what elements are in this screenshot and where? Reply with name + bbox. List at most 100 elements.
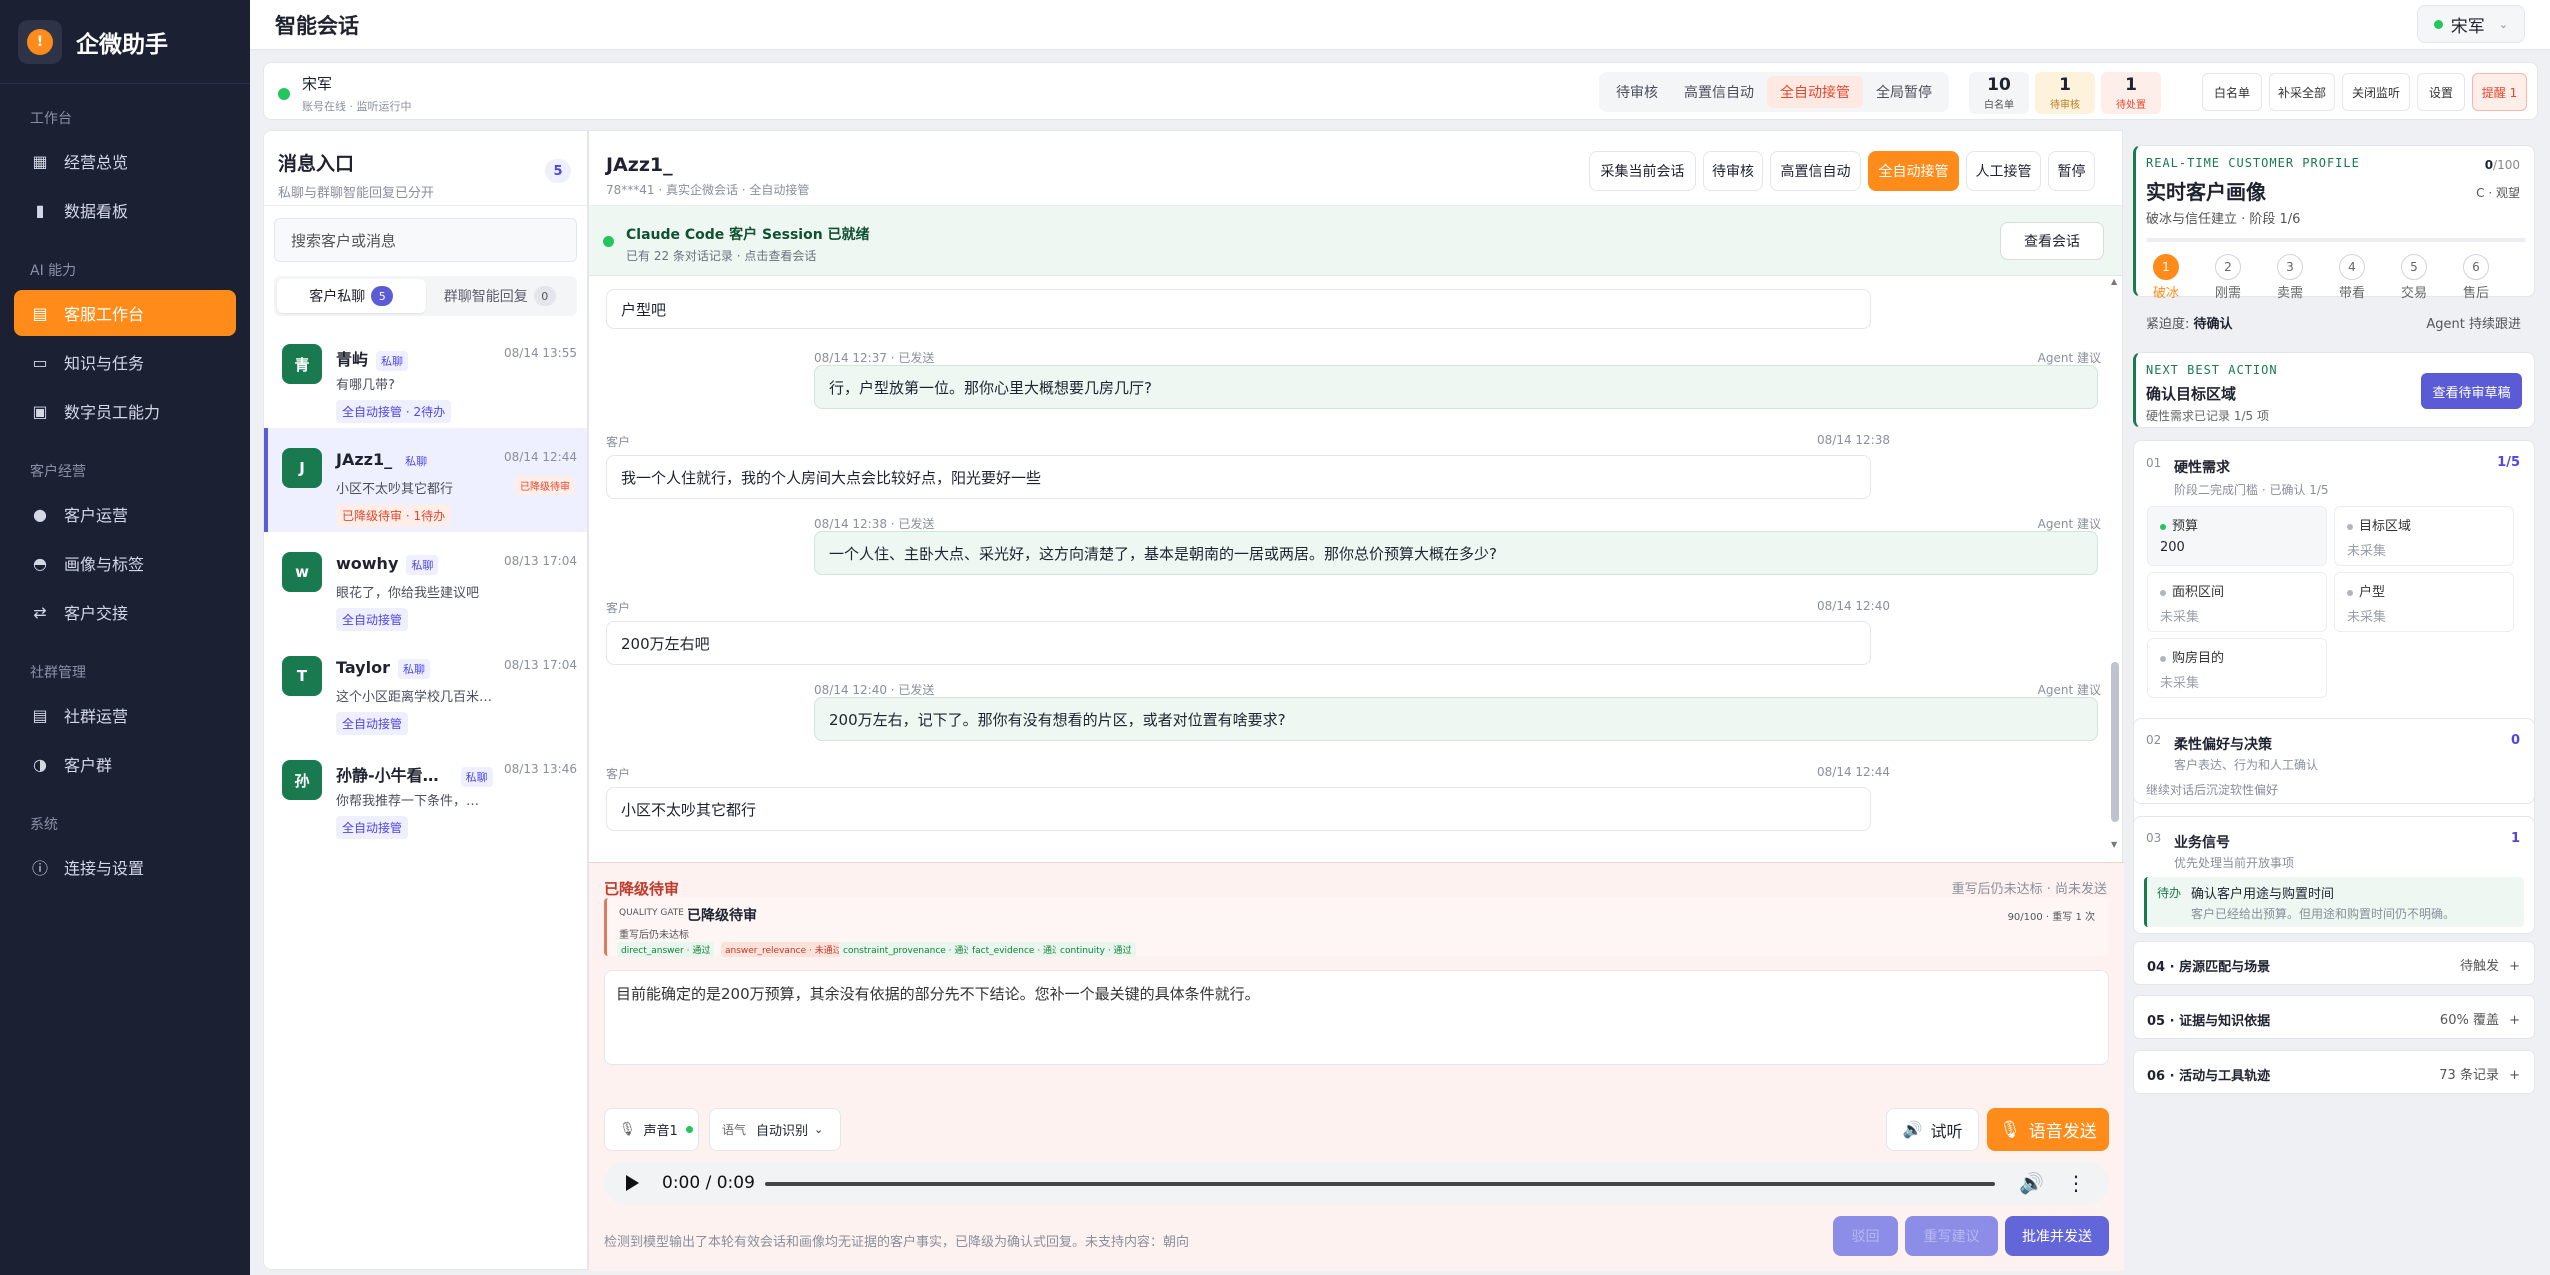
conversation-status: 全自动接管	[336, 608, 409, 631]
conversation-name: JAzz1_	[336, 450, 393, 469]
transfer-icon: ⇄	[33, 602, 47, 622]
nba-eyebrow: NEXT BEST ACTION	[2146, 363, 2278, 377]
audio-player: 0:00 / 0:09 🔊 ⋮	[604, 1161, 2109, 1205]
inbox-count-badge: 5	[545, 159, 571, 183]
tab-private[interactable]: 客户私聊 5	[277, 279, 426, 313]
whitelist-button[interactable]: 白名单	[2202, 73, 2262, 111]
nav-item-customer-ops[interactable]: ● 客户运营	[14, 491, 236, 537]
scroll-down-icon: ▼	[2111, 840, 2118, 849]
nav-item-profile-tags[interactable]: ◓ 画像与标签	[14, 540, 236, 586]
section-status-text: 待触发	[2459, 959, 2499, 974]
approve-send-button[interactable]: 批准并发送	[2005, 1216, 2109, 1256]
nav-item-groups[interactable]: ◑ 客户群	[14, 741, 236, 787]
more-icon[interactable]: ⋮	[2066, 1171, 2086, 1195]
voice-select[interactable]: 🎙 声音1	[604, 1108, 699, 1151]
conversation-preview: 这个小区距离学校几百米…	[336, 690, 491, 705]
stat-pending-review[interactable]: 1 待审核	[2035, 72, 2095, 114]
nav-item-handover[interactable]: ⇄ 客户交接	[14, 589, 236, 635]
inbox-tabs: 客户私聊 5 群聊智能回复 0	[274, 276, 577, 316]
mode-review-button[interactable]: 待审核	[1703, 151, 1763, 191]
collect-session-button[interactable]: 采集当前会话	[1589, 151, 1696, 191]
draft-textarea[interactable]: 目前能确定的是200万预算，其余没有依据的部分先不下结论。您补一个最关键的具体条…	[604, 970, 2109, 1065]
account-status-bar: 宋军 账号在线 · 监听运行中 待审核 高置信自动 全自动接管 全局暂停 10 …	[263, 62, 2538, 120]
player-time: 0:00 / 0:09	[662, 1173, 755, 1193]
stat-value: 1	[2125, 75, 2137, 95]
voice-send-button[interactable]: 🎙 语音发送	[1987, 1108, 2109, 1151]
stop-listening-button[interactable]: 关闭监听	[2342, 73, 2410, 111]
mode-high-confidence[interactable]: 高置信自动	[1671, 76, 1767, 108]
customer-message: 我一个人住就行，我的个人房间大点会比较好点，阳光要好一些	[606, 455, 1871, 499]
collect-all-button[interactable]: 补采全部	[2269, 73, 2335, 111]
signal-item[interactable]: 待办 确认客户用途与购置时间 客户已经给出预算。但用途和购置时间仍不明确。	[2144, 877, 2524, 927]
conversation-item[interactable]: 孙 孙静-小牛看… 私聊 08/13 13:46 你帮我推荐一下条件，… 全自动接…	[264, 740, 587, 844]
mode-full-auto-button[interactable]: 全自动接管	[1868, 151, 1959, 191]
manual-takeover-button[interactable]: 人工接管	[1966, 151, 2041, 191]
downgraded-flag: 已降级待审	[515, 476, 575, 495]
message-scrollbar[interactable]: ▲ ▼	[2109, 277, 2121, 852]
check-chip: direct_answer · 通过	[617, 942, 715, 957]
section-activity[interactable]: 06 · 活动与工具轨迹 73 条记录 +	[2133, 1050, 2535, 1094]
agent-message: 一个人住、主卧大点、采光好，这方向清楚了，基本是朝南的一居或两居。那你总价预算大…	[814, 531, 2098, 575]
mode-pause-all[interactable]: 全局暂停	[1863, 76, 1945, 108]
stat-value: 1	[2059, 75, 2071, 95]
inbox-title: 消息入口	[278, 153, 355, 175]
user-menu[interactable]: 宋军 ⌄	[2416, 5, 2525, 43]
stage-step: 4	[2339, 254, 2365, 280]
folder-icon: ▭	[32, 352, 48, 372]
nav-item-service-workbench[interactable]: ▤ 客服工作台	[14, 290, 236, 336]
field-budget[interactable]: 预算 200	[2147, 506, 2327, 566]
stat-whitelist[interactable]: 10 白名单	[1969, 72, 2029, 114]
agent-hint: Agent 建议	[2037, 517, 2101, 531]
pause-button[interactable]: 暂停	[2048, 151, 2095, 191]
field-purchase-purpose[interactable]: 购房目的 未采集	[2147, 638, 2327, 698]
tab-group[interactable]: 群聊智能回复 0	[426, 279, 575, 313]
nav-item-knowledge[interactable]: ▭ 知识与任务	[14, 339, 236, 385]
conversation-item[interactable]: 青 青屿 私聊 08/14 13:55 有哪几带? 全自动接管 · 2待办	[264, 324, 587, 428]
field-label: 购房目的	[2172, 651, 2225, 666]
conversation-item[interactable]: T Taylor 私聊 08/13 17:04 这个小区距离学校几百米… 全自动接…	[264, 636, 587, 740]
stage-label: 交易	[2400, 286, 2427, 301]
field-layout[interactable]: 户型 未采集	[2334, 572, 2514, 632]
nav-item-digital-staff[interactable]: ▣ 数字员工能力	[14, 388, 236, 434]
view-session-button[interactable]: 查看会话	[2000, 222, 2104, 260]
settings-button[interactable]: 设置	[2417, 73, 2465, 111]
preview-button[interactable]: 🔊 试听	[1886, 1108, 1979, 1151]
view-draft-button[interactable]: 查看待审草稿	[2421, 373, 2522, 409]
nav-item-community[interactable]: ▤ 社群运营	[14, 692, 236, 738]
conversation-item-selected[interactable]: J JAzz1_ 私聊 08/14 12:44 已降级待审 小区不太吵其它都行 已…	[264, 428, 587, 532]
section-evidence[interactable]: 05 · 证据与知识依据 60% 覆盖 +	[2133, 995, 2535, 1039]
play-icon[interactable]	[626, 1175, 639, 1191]
agent-hint: Agent 建议	[2037, 351, 2101, 365]
stage-step: 3	[2277, 254, 2303, 280]
conversation-preview: 有哪几带?	[336, 378, 395, 393]
conversation-item[interactable]: w wowhy 私聊 08/13 17:04 眼花了，你给我些建议吧 全自动接管	[264, 532, 587, 636]
business-signals-card: 03 业务信号 优先处理当前开放事项 1 待办 确认客户用途与购置时间 客户已经…	[2133, 816, 2535, 934]
field-target-area[interactable]: 目标区域 未采集	[2334, 506, 2514, 566]
tone-select[interactable]: 语气 自动识别 ⌄	[709, 1108, 841, 1151]
message-meta: 08/14 12:40 · 已发送	[814, 683, 935, 697]
mode-high-confidence-button[interactable]: 高置信自动	[1770, 151, 1861, 191]
nav-label: 社群运营	[64, 707, 129, 726]
private-tag: 私聊	[460, 766, 493, 787]
scroll-thumb[interactable]	[2111, 662, 2119, 822]
volume-icon[interactable]: 🔊	[2019, 1171, 2044, 1195]
player-progress[interactable]	[765, 1182, 1995, 1186]
grid-icon: ▦	[32, 151, 48, 171]
message-sender: 客户	[606, 435, 631, 449]
search-input[interactable]: 搜索客户或消息	[274, 218, 577, 262]
customer-message: 户型吧	[606, 289, 1871, 329]
nav-item-settings[interactable]: ⓘ 连接与设置	[14, 844, 236, 890]
mode-review[interactable]: 待审核	[1603, 76, 1671, 108]
field-area-range[interactable]: 面积区间 未采集	[2147, 572, 2327, 632]
nav-item-dashboard[interactable]: ▮ 数据看板	[14, 187, 236, 233]
robot-icon: ▣	[32, 401, 48, 421]
section-property-match[interactable]: 04 · 房源匹配与场景 待触发 +	[2133, 941, 2535, 985]
rewrite-button[interactable]: 重写建议	[1905, 1216, 1998, 1256]
nav-group-title: 客户经营	[30, 464, 86, 480]
nav-item-overview[interactable]: ▦ 经营总览	[14, 138, 236, 184]
reject-button[interactable]: 驳回	[1833, 1216, 1898, 1256]
mode-full-auto[interactable]: 全自动接管	[1767, 76, 1863, 108]
stat-pending-action[interactable]: 1 待处置	[2101, 72, 2161, 114]
reminder-button[interactable]: 提醒 1	[2472, 73, 2527, 111]
section-title: 硬性需求	[2174, 460, 2230, 476]
